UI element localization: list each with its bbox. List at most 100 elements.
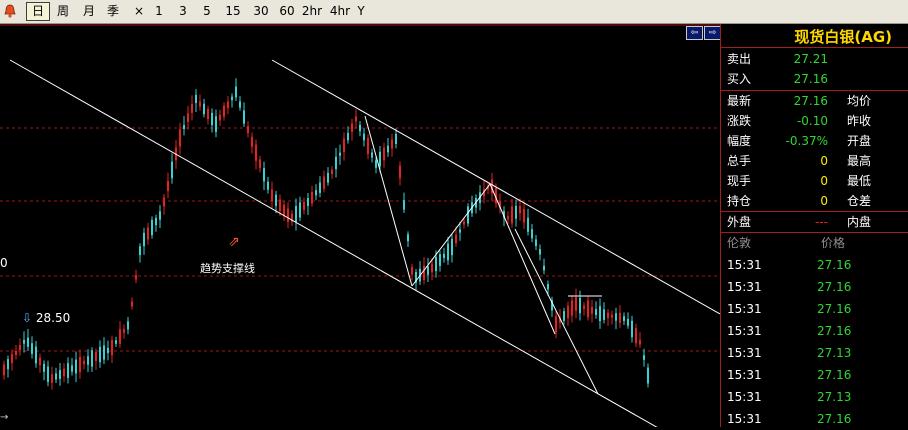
candle-body bbox=[459, 229, 461, 233]
candle-body bbox=[23, 339, 25, 344]
candle-body bbox=[251, 136, 253, 147]
ticks-header-time: 伦敦 bbox=[727, 236, 752, 250]
stat-row: 幅度 -0.37% 开盘 bbox=[721, 131, 908, 151]
candle-body bbox=[151, 219, 153, 236]
candle-body bbox=[259, 159, 261, 169]
candle-body bbox=[619, 312, 621, 323]
tick-time: 15:31 bbox=[727, 346, 762, 360]
price-marker: ⇩ 28.50 bbox=[22, 311, 70, 325]
candlestick-chart[interactable]: ⇦ ⇨ 0 ⇩ 28.50 ⇗ 趋势支撑线 → bbox=[0, 24, 720, 427]
period-button[interactable]: 1 bbox=[152, 2, 166, 21]
period-button[interactable]: 季 bbox=[102, 2, 124, 21]
stat-row: 总手 0 最高 bbox=[721, 151, 908, 171]
candle-body bbox=[19, 344, 21, 351]
candle-body bbox=[303, 202, 305, 210]
tick-time: 15:31 bbox=[727, 390, 762, 404]
instrument-title-bar: 现货白银(AG) bbox=[721, 24, 908, 48]
period-button[interactable]: 2hr bbox=[300, 2, 324, 21]
candle-body bbox=[379, 151, 381, 167]
candle-body bbox=[123, 329, 125, 333]
stat-value: 0 bbox=[820, 174, 828, 188]
candle-body bbox=[555, 315, 557, 333]
candle-body bbox=[35, 346, 37, 364]
candle-body bbox=[239, 101, 241, 108]
candle-body bbox=[263, 168, 265, 182]
period-button[interactable]: 4hr bbox=[328, 2, 352, 21]
candle-body bbox=[231, 96, 233, 101]
candle-body bbox=[203, 103, 205, 115]
stat-value: 0 bbox=[820, 154, 828, 168]
trend-line bbox=[489, 183, 556, 335]
candle-body bbox=[119, 329, 121, 344]
candle-body bbox=[595, 309, 597, 315]
period-toolbar: 日周月季 × 1 3 5 15 30 60 2hr 4hr Y bbox=[0, 0, 908, 24]
candle-body bbox=[579, 297, 581, 314]
trend-line bbox=[411, 183, 491, 287]
candle-body bbox=[79, 356, 81, 373]
period-button[interactable]: 60 bbox=[276, 2, 298, 21]
stat-label-secondary: 均价 bbox=[847, 94, 872, 108]
candle-body bbox=[583, 305, 585, 309]
period-button[interactable]: 30 bbox=[250, 2, 272, 21]
scroll-right-icon[interactable]: ⇨ bbox=[704, 26, 720, 40]
divider bbox=[721, 232, 908, 233]
tick-row: 15:31 27.16 bbox=[721, 320, 908, 342]
stat-value: -0.10 bbox=[796, 114, 828, 128]
candle-body bbox=[627, 318, 629, 326]
candle-body bbox=[431, 263, 433, 273]
candle-body bbox=[171, 161, 173, 179]
stat-label-secondary: 最低 bbox=[847, 174, 872, 188]
tick-row: 15:31 27.16 bbox=[721, 276, 908, 298]
candle-body bbox=[91, 350, 93, 367]
candle-body bbox=[43, 363, 45, 372]
candle-body bbox=[343, 138, 345, 153]
trend-line bbox=[9, 59, 658, 427]
candle-body bbox=[587, 300, 589, 318]
candle-body bbox=[539, 249, 541, 255]
outer-label: 外盘 bbox=[727, 215, 752, 229]
candle-body bbox=[223, 105, 225, 117]
candle-body bbox=[63, 368, 65, 377]
candle-body bbox=[647, 367, 649, 384]
period-button[interactable]: × bbox=[132, 2, 146, 21]
candle-body bbox=[99, 346, 101, 363]
candle-body bbox=[199, 101, 201, 107]
candle-body bbox=[535, 239, 537, 247]
period-button[interactable]: 日 bbox=[26, 2, 50, 21]
scroll-left-icon[interactable]: ⇦ bbox=[686, 26, 703, 40]
candle-body bbox=[563, 311, 565, 321]
candle-body bbox=[51, 374, 53, 383]
stat-row: 持仓 0 仓差 bbox=[721, 191, 908, 211]
candle-body bbox=[275, 194, 277, 206]
period-button[interactable]: 月 bbox=[78, 2, 100, 21]
candle-body bbox=[339, 152, 341, 156]
tick-row: 15:31 27.16 bbox=[721, 298, 908, 320]
quote-row-sell: 卖出 27.21 bbox=[721, 49, 908, 69]
period-button[interactable]: 5 bbox=[200, 2, 214, 21]
stat-label: 持仓 bbox=[727, 194, 752, 208]
candle-body bbox=[47, 366, 49, 382]
alarm-bell-icon[interactable] bbox=[2, 3, 18, 19]
candle-body bbox=[623, 316, 625, 321]
candle-body bbox=[531, 229, 533, 239]
stat-label: 幅度 bbox=[727, 134, 752, 148]
period-button[interactable]: 3 bbox=[176, 2, 190, 21]
stat-value: -0.37% bbox=[785, 134, 828, 148]
candle-body bbox=[67, 363, 69, 378]
period-button[interactable]: Y bbox=[354, 2, 368, 21]
candle-body bbox=[227, 101, 229, 109]
candle-body bbox=[599, 306, 601, 322]
candle-body bbox=[95, 351, 97, 362]
outer-inner-row: 外盘 --- 内盘 bbox=[721, 212, 908, 232]
annotation-arrow-icon: ⇗ bbox=[228, 234, 240, 250]
candle-body bbox=[447, 243, 449, 261]
candle-body bbox=[219, 114, 221, 121]
candle-body bbox=[607, 312, 609, 319]
candle-body bbox=[511, 206, 513, 224]
period-button[interactable]: 15 bbox=[222, 2, 244, 21]
period-button[interactable]: 周 bbox=[52, 2, 74, 21]
candle-body bbox=[643, 355, 645, 360]
candle-body bbox=[439, 254, 441, 266]
stat-label-secondary: 仓差 bbox=[847, 194, 872, 208]
candle-body bbox=[127, 321, 129, 330]
